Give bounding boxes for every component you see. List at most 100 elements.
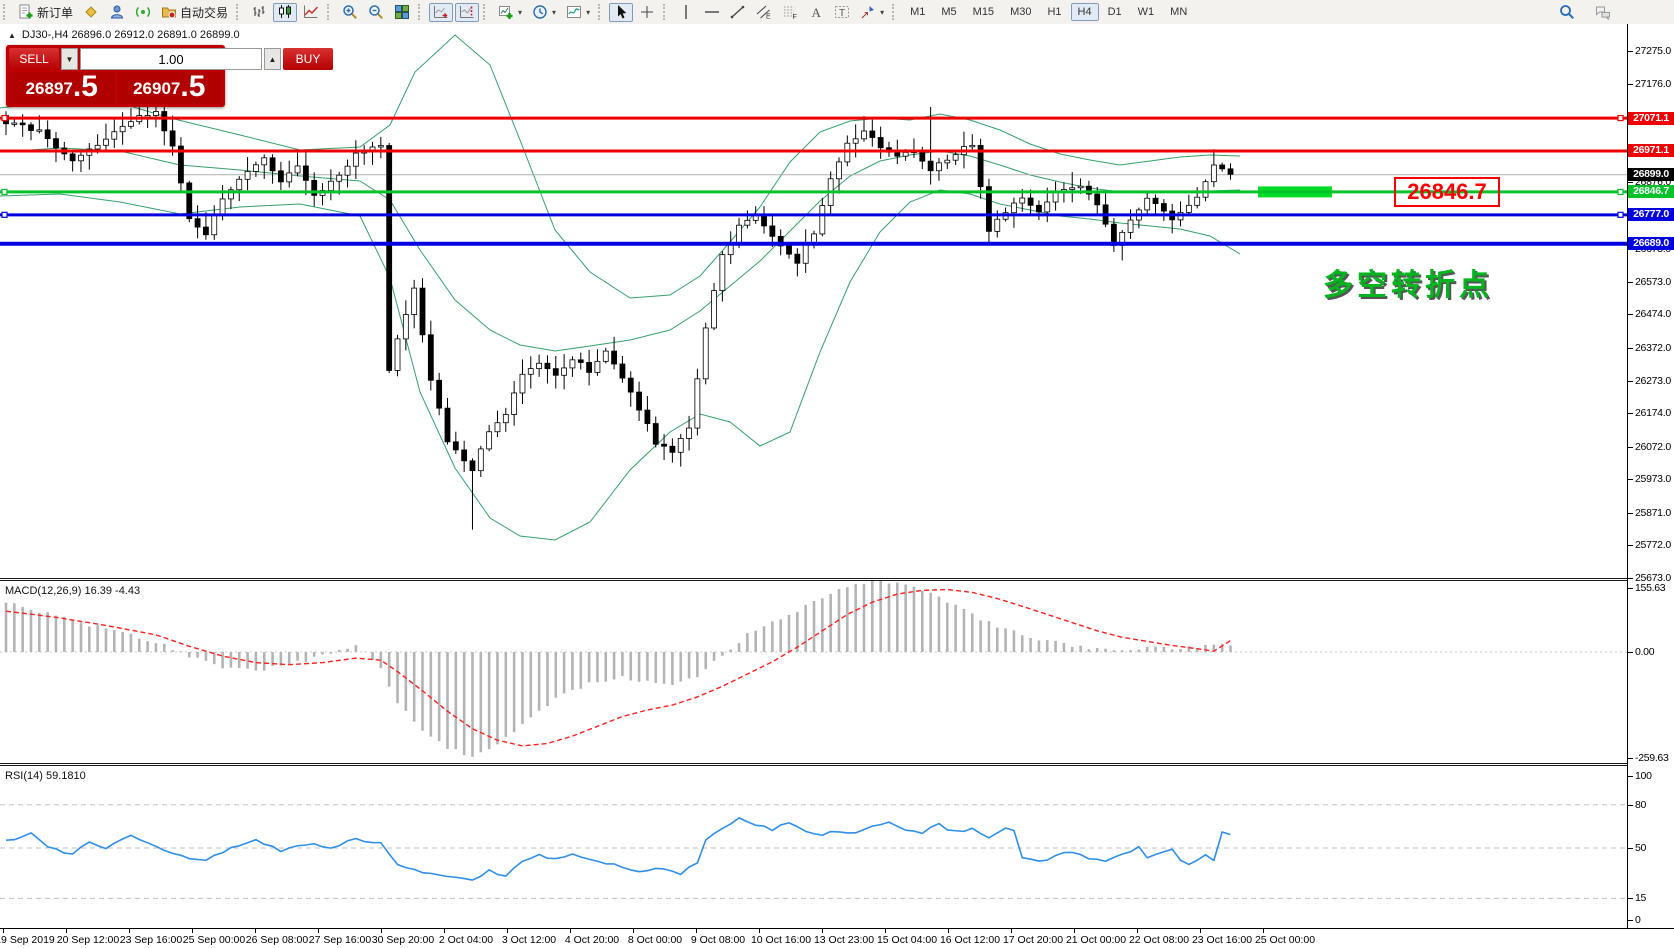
time-axis[interactable]: 19 Sep 201920 Sep 12:0023 Sep 16:0025 Se…	[0, 928, 1674, 948]
timeframe-mn-button[interactable]: MN	[1163, 3, 1194, 21]
timeframe-m15-button[interactable]: M15	[966, 3, 1001, 21]
cursor-icon	[613, 4, 629, 20]
one-click-trade-panel: SELL ▼ ▲ BUY 26897.5 26907.5	[6, 45, 225, 107]
time-label: 23 Oct 16:00	[1192, 934, 1252, 946]
bar-chart-button[interactable]	[247, 3, 271, 22]
price-callout-box[interactable]: 26846.7	[1394, 177, 1500, 207]
new-order-button[interactable]: 新订单	[14, 3, 77, 22]
styler-button[interactable]	[79, 3, 103, 22]
time-label: 25 Sep 00:00	[183, 934, 245, 946]
axis-tick	[1628, 776, 1633, 777]
rsi-pane[interactable]	[0, 766, 1627, 928]
cursor-button[interactable]	[609, 3, 633, 22]
trendline-button[interactable]	[726, 3, 750, 22]
timeframe-w1-button[interactable]: W1	[1131, 3, 1162, 21]
time-label: 30 Sep 20:00	[372, 934, 434, 946]
time-tick	[822, 929, 823, 933]
toolbar-group-handle[interactable]	[418, 4, 425, 20]
sell-button[interactable]: SELL	[9, 48, 59, 70]
horizontal-line-icon	[704, 4, 720, 20]
timeframe-m30-button[interactable]: M30	[1003, 3, 1038, 21]
sell-price[interactable]: 26897.5	[9, 72, 115, 104]
volume-up-button[interactable]: ▲	[264, 48, 281, 70]
arrows-icon	[860, 4, 876, 20]
time-tick	[66, 929, 67, 933]
line-handle[interactable]	[1618, 189, 1623, 194]
line-handle[interactable]	[2, 189, 7, 194]
fibonacci-icon: F	[782, 4, 798, 20]
timeframe-m1-button[interactable]: M1	[903, 3, 932, 21]
buy-price[interactable]: 26907.5	[117, 72, 223, 104]
zoom-in-icon	[342, 4, 358, 20]
zoom-in-button[interactable]	[338, 3, 362, 22]
timeframe-h1-button[interactable]: H1	[1040, 3, 1068, 21]
axis-tick	[1628, 545, 1633, 546]
equidistant-channel-button[interactable]: E	[752, 3, 776, 22]
chart-shift-icon	[459, 4, 475, 20]
price-axis[interactable]: 27275.027176.026876.026673.026573.026474…	[1627, 24, 1674, 928]
styler-icon	[83, 4, 99, 20]
signal-button[interactable]	[131, 3, 155, 22]
auto-trading-label: 自动交易	[180, 4, 228, 21]
chevron-down-icon[interactable]: ▾	[586, 8, 590, 17]
time-tick	[3, 929, 4, 933]
macd-pane[interactable]	[0, 581, 1627, 763]
candle-chart-button[interactable]	[273, 3, 297, 22]
time-tick	[1137, 929, 1138, 933]
line-handle[interactable]	[2, 116, 7, 121]
volume-input[interactable]	[80, 48, 262, 70]
text-label-button[interactable]: T	[830, 3, 854, 22]
sell-price-main: 26897	[26, 76, 73, 102]
line-handle[interactable]	[1618, 116, 1623, 121]
toolbar-group-handle[interactable]	[598, 4, 605, 20]
toolbar-group-handle[interactable]	[236, 4, 243, 20]
chevron-down-icon[interactable]: ▾	[880, 8, 884, 17]
axis-tick	[1628, 381, 1633, 382]
horizontal-line-button[interactable]	[700, 3, 724, 22]
signal-icon	[135, 4, 151, 20]
chevron-down-icon[interactable]: ▾	[518, 8, 522, 17]
line-chart-button[interactable]	[299, 3, 323, 22]
auto-scroll-button[interactable]	[429, 3, 453, 22]
volume-down-button[interactable]: ▼	[61, 48, 78, 70]
profile-button[interactable]	[105, 3, 129, 22]
toolbar-group-handle[interactable]	[663, 4, 670, 20]
timeframe-m5-button[interactable]: M5	[934, 3, 963, 21]
chart-shift-button[interactable]	[455, 3, 479, 22]
turning-point-note[interactable]: 多空转折点	[1323, 260, 1493, 304]
text-button[interactable]: A	[804, 3, 828, 22]
line-handle[interactable]	[2, 212, 7, 217]
vertical-line-button[interactable]	[674, 3, 698, 22]
templates-button[interactable]: ▾	[562, 3, 594, 22]
timeframe-h4-button[interactable]: H4	[1071, 3, 1099, 21]
axis-label: -259.63	[1635, 752, 1669, 764]
axis-tick	[1628, 578, 1633, 579]
chart-window[interactable]: 27275.027176.026876.026673.026573.026474…	[0, 24, 1674, 948]
price-box-27071.1: 27071.1	[1628, 112, 1674, 125]
toolbar-group-handle[interactable]	[892, 4, 899, 20]
search-button[interactable]	[1555, 3, 1579, 22]
profiles-button[interactable]: ▾	[528, 3, 560, 22]
arrows-button[interactable]: ▾	[856, 3, 888, 22]
axis-tick	[1628, 413, 1633, 414]
buy-button[interactable]: BUY	[283, 48, 333, 70]
timeframe-d1-button[interactable]: D1	[1101, 3, 1129, 21]
toolbar-group-handle[interactable]	[3, 4, 10, 20]
time-tick	[507, 929, 508, 933]
tile-windows-button[interactable]	[390, 3, 414, 22]
new-order-icon	[18, 4, 34, 20]
crosshair-button[interactable]	[635, 3, 659, 22]
zoom-out-button[interactable]	[364, 3, 388, 22]
line-handle[interactable]	[1618, 212, 1623, 217]
time-tick	[948, 929, 949, 933]
auto-trading-button[interactable]: 自动交易	[157, 3, 232, 22]
collapse-panel-icon[interactable]: ▲	[8, 31, 16, 40]
chat-button[interactable]	[1591, 3, 1615, 22]
chevron-down-icon[interactable]: ▾	[552, 8, 556, 17]
toolbar-group-handle[interactable]	[327, 4, 334, 20]
axis-tick	[1628, 348, 1633, 349]
macd-histogram	[6, 581, 1231, 757]
fibonacci-button[interactable]: F	[778, 3, 802, 22]
new-chart-button[interactable]: ▾	[494, 3, 526, 22]
toolbar-group-handle[interactable]	[483, 4, 490, 20]
